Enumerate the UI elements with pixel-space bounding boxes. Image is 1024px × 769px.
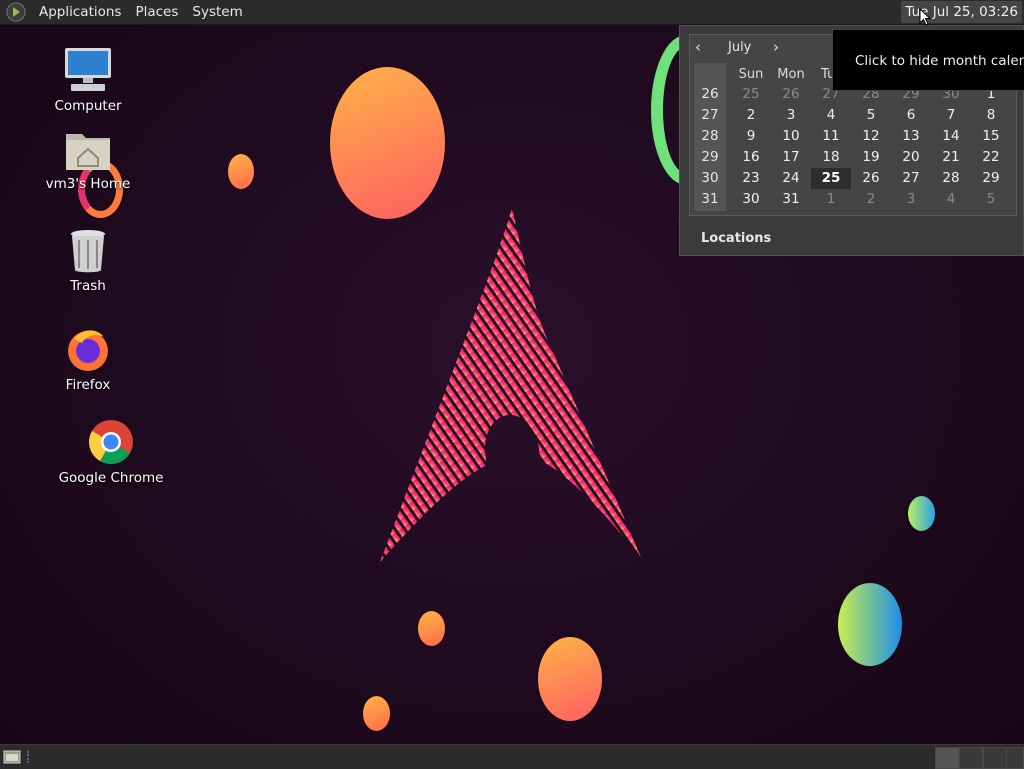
workspace-switcher-1[interactable]: [935, 747, 959, 769]
calendar-day[interactable]: 17: [771, 147, 811, 168]
calendar-day[interactable]: 19: [851, 147, 891, 168]
calendar-day[interactable]: 10: [771, 126, 811, 147]
calendar-day[interactable]: 22: [971, 147, 1011, 168]
bottom-panel: [0, 744, 1024, 769]
chrome-icon: [89, 420, 133, 464]
desktop-icon-computer[interactable]: Computer: [28, 46, 148, 114]
prev-month-button[interactable]: ‹: [695, 38, 701, 56]
week-number: 28: [701, 128, 719, 144]
calendar-day[interactable]: 15: [971, 126, 1011, 147]
top-panel: Applications Places System Tue Jul 25, 0…: [0, 0, 1024, 25]
computer-icon: [65, 48, 111, 91]
calendar-day[interactable]: 5: [851, 105, 891, 126]
calendar-day[interactable]: 5: [971, 189, 1011, 210]
home-folder-icon: [66, 134, 110, 170]
menu-places[interactable]: Places: [128, 4, 185, 20]
week-number: 31: [701, 191, 719, 207]
calendar-day[interactable]: 3: [891, 189, 931, 210]
wallpaper-orb: [838, 583, 902, 666]
arch-logo: [380, 208, 643, 562]
calendar-day[interactable]: 8: [971, 105, 1011, 126]
panel-handle[interactable]: [27, 751, 33, 763]
calendar-day[interactable]: 27: [891, 168, 931, 189]
desktop-icon-label: Firefox: [65, 377, 111, 393]
calendar-day[interactable]: 12: [851, 126, 891, 147]
desktop-icon-trash[interactable]: Trash: [28, 228, 148, 294]
menu-applications[interactable]: Applications: [32, 4, 128, 20]
locations-label[interactable]: Locations: [701, 231, 771, 246]
desktop-icon-label: Trash: [70, 278, 106, 294]
mouse-cursor-icon: [919, 8, 931, 26]
calendar-day[interactable]: 3: [771, 105, 811, 126]
calendar-day[interactable]: 14: [931, 126, 971, 147]
calendar-day[interactable]: 18: [811, 147, 851, 168]
desktop-icon-label: vm3's Home: [45, 176, 131, 192]
show-desktop-icon[interactable]: [3, 749, 21, 764]
wallpaper-orb: [538, 637, 602, 721]
calendar-day[interactable]: 4: [931, 189, 971, 210]
week-number: 26: [701, 86, 719, 102]
trash-icon: [71, 230, 105, 273]
calendar-day[interactable]: 4: [811, 105, 851, 126]
desktop-icon-home[interactable]: vm3's Home: [28, 128, 148, 192]
calendar-day[interactable]: 31: [771, 189, 811, 210]
calendar-day[interactable]: 23: [731, 168, 771, 189]
firefox-icon: [68, 330, 108, 371]
calendar-day[interactable]: 1: [811, 189, 851, 210]
calendar-day[interactable]: 9: [731, 126, 771, 147]
distro-menu-icon[interactable]: [6, 2, 26, 22]
calendar-day[interactable]: 28: [931, 168, 971, 189]
calendar-day[interactable]: 29: [971, 168, 1011, 189]
calendar-day[interactable]: 21: [931, 147, 971, 168]
wallpaper-orb: [908, 496, 935, 531]
calendar-day[interactable]: 16: [731, 147, 771, 168]
wallpaper-orb: [330, 67, 445, 219]
clock-tooltip: Click to hide month calendar: [832, 29, 1024, 91]
weekday-header: Mon: [777, 67, 805, 82]
week-number: 29: [701, 149, 719, 165]
wallpaper-orb: [418, 611, 445, 646]
calendar-day-today[interactable]: 25: [811, 168, 851, 189]
desktop-icon-firefox[interactable]: Firefox: [28, 325, 148, 393]
wallpaper-orb: [228, 154, 254, 189]
wallpaper-orb: [363, 696, 390, 731]
workspace-switcher-3[interactable]: [983, 747, 1007, 769]
workspace-switcher-2[interactable]: [959, 747, 983, 769]
workspace-switcher-4[interactable]: [1006, 747, 1024, 769]
month-label: July: [728, 40, 752, 55]
calendar-day[interactable]: 6: [891, 105, 931, 126]
calendar-day[interactable]: 2: [851, 189, 891, 210]
week-number: 30: [701, 170, 719, 186]
next-month-button[interactable]: ›: [773, 38, 779, 56]
calendar-day[interactable]: 24: [771, 168, 811, 189]
desktop-icon-chrome[interactable]: Google Chrome: [51, 418, 171, 486]
desktop-icon-label: Google Chrome: [58, 470, 164, 486]
weekday-header: Sun: [738, 67, 764, 82]
calendar-day[interactable]: 20: [891, 147, 931, 168]
calendar-day[interactable]: 11: [811, 126, 851, 147]
calendar-day[interactable]: 2: [731, 105, 771, 126]
calendar-day[interactable]: 30: [731, 189, 771, 210]
calendar-day[interactable]: 7: [931, 105, 971, 126]
calendar-day[interactable]: 26: [771, 84, 811, 105]
week-number: 27: [701, 107, 719, 123]
calendar-day[interactable]: 13: [891, 126, 931, 147]
menu-system[interactable]: System: [185, 4, 249, 20]
calendar-day[interactable]: 26: [851, 168, 891, 189]
calendar-day[interactable]: 25: [731, 84, 771, 105]
desktop-icon-label: Computer: [54, 98, 122, 114]
